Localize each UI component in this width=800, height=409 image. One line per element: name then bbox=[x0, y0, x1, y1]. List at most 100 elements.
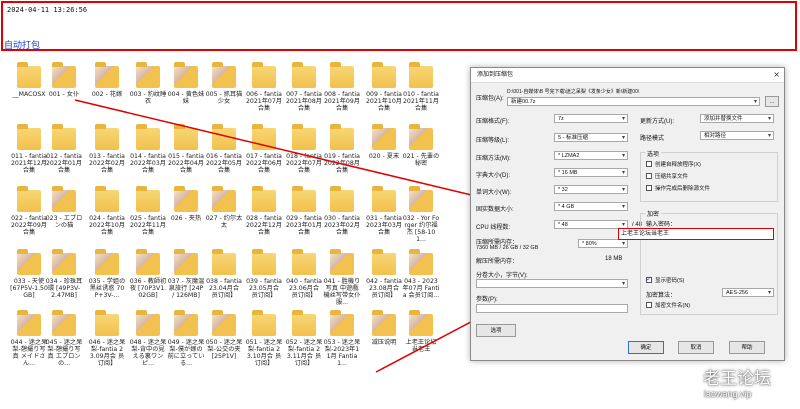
file-item[interactable]: 017 - fantia 2022年06月合集 bbox=[245, 122, 283, 180]
file-item[interactable]: 027 - 约尔太太 bbox=[205, 184, 243, 242]
file-item-label: 减压说明 bbox=[371, 339, 397, 346]
file-item[interactable]: 032 - Yor Forger 约尔福杰 [58-101... bbox=[402, 184, 440, 243]
folder-thumbnail-icon bbox=[136, 249, 160, 275]
folder-icon bbox=[252, 62, 276, 88]
file-item[interactable]: 045 - 迷之呆梨-憩撮り写真 エプロンの... bbox=[45, 308, 83, 367]
path-select[interactable]: 相对路径 bbox=[700, 131, 774, 140]
file-item[interactable]: 030 - fantia 2023年02月合集 bbox=[323, 184, 361, 242]
show-password-checkbox[interactable] bbox=[646, 275, 652, 283]
file-item[interactable]: 034 - 珍珠耳環 [49P3V-2.47MB] bbox=[45, 247, 83, 305]
enc-method-select[interactable]: AES-256 bbox=[722, 288, 774, 297]
file-item[interactable]: 049 - 迷之呆梨-僕が嫁の前に立っている... bbox=[167, 308, 205, 367]
file-item-label: 048 - 迷之呆梨-背中の見える裏ワンピ... bbox=[129, 339, 167, 367]
file-item[interactable]: 042 - fantia 23.08月合 员订阅】 bbox=[365, 247, 403, 305]
file-item[interactable]: 041 - 胜機り写真 中遊戲機丝写带女仆服... bbox=[323, 247, 361, 306]
show-password-label: 显示密码(S) bbox=[655, 278, 685, 284]
encrypt-names-checkbox[interactable] bbox=[646, 302, 652, 308]
cpu-select[interactable]: * 48 bbox=[554, 220, 628, 229]
file-item[interactable]: 025 - fantia 2022年11月合集 bbox=[129, 184, 167, 242]
file-item[interactable]: 053 - 迷之呆梨-2023年11月 Fantia 1... bbox=[323, 308, 361, 367]
file-item[interactable]: 021 - 先輩の秘密 bbox=[402, 122, 440, 180]
file-item[interactable]: 046 - 迷之呆梨-fantia 23.09月会 员订阅】 bbox=[88, 308, 126, 367]
word-select[interactable]: * 32 bbox=[554, 185, 628, 194]
archive-name-input[interactable]: 新建00.7z bbox=[507, 97, 760, 106]
file-item[interactable]: 008 - fantia 2021年09月合集 bbox=[323, 60, 361, 118]
folder-icon bbox=[292, 310, 316, 336]
format-label: 压缩格式(F): bbox=[476, 119, 510, 125]
params-input[interactable] bbox=[476, 304, 628, 313]
delete-checkbox[interactable] bbox=[646, 185, 652, 191]
file-item[interactable]: 043 - 2023年07月 Fantia 会员订阅... bbox=[402, 247, 440, 305]
file-item-label: __MACOSX bbox=[12, 91, 46, 98]
mem-pct-select[interactable]: * 80% bbox=[578, 239, 628, 248]
update-select[interactable]: 添加并替换文件 bbox=[700, 114, 774, 123]
file-item[interactable]: 052 - 迷之呆梨-fantia 23.11月合 员订阅】 bbox=[285, 308, 323, 367]
format-select[interactable]: 7z bbox=[554, 114, 628, 123]
file-item[interactable]: 022 - fantia 2022年09月合集 bbox=[10, 184, 48, 242]
file-item-label: 042 - fantia 23.08月合 员订阅】 bbox=[366, 278, 402, 299]
cancel-button[interactable]: 取消 bbox=[678, 341, 714, 354]
file-item[interactable]: 050 - 迷之呆梨-公交の夹 [25P1V] bbox=[205, 308, 243, 366]
file-item[interactable]: 012 - fantia 2022年01月合集 bbox=[45, 122, 83, 180]
file-item[interactable]: 003 - 豹纹睡衣 bbox=[129, 60, 167, 118]
file-item[interactable]: 031 - fantia 2023年03月合集 bbox=[365, 184, 403, 242]
shared-checkbox[interactable] bbox=[646, 173, 652, 179]
file-item-label: 003 - 豹纹睡衣 bbox=[129, 91, 167, 105]
file-item[interactable]: 023 - エプロンの猫 bbox=[45, 184, 83, 242]
file-item[interactable]: 024 - fantia 2022年10月合集 bbox=[88, 184, 126, 242]
file-item[interactable]: 019 - fantia 2022年08月合集 bbox=[323, 122, 361, 180]
file-item[interactable]: 010 - fantia 2021年11月合集 bbox=[402, 60, 440, 118]
file-item[interactable]: 037 - 灰魔温泉旅行 [24P / 126MB] bbox=[167, 247, 205, 305]
level-select[interactable]: 5 - 标准压缩 bbox=[554, 133, 628, 142]
file-item[interactable]: 007 - fantia 2021年08月合集 bbox=[285, 60, 323, 118]
file-item[interactable]: 035 - 学姐の黑丝诱惑 70P+3V-... bbox=[88, 247, 126, 305]
password-input[interactable]: 上老王论坛当老王 bbox=[618, 228, 774, 240]
file-item[interactable]: 006 - fantia 2021年07月合集 bbox=[245, 60, 283, 118]
folder-thumbnail-icon bbox=[409, 124, 433, 150]
mem-pct-value: * 80% bbox=[582, 241, 597, 247]
file-item[interactable]: 051 - 迷之呆梨-fantia 23.10月合 员订阅】 bbox=[245, 308, 283, 367]
file-item[interactable]: 029 - fantia 2023年01月合集 bbox=[285, 184, 323, 242]
folder-thumbnail-icon bbox=[52, 62, 76, 88]
file-item-label: 024 - fantia 2022年10月合集 bbox=[89, 215, 125, 236]
file-item[interactable]: 减压说明 bbox=[365, 308, 403, 366]
file-item[interactable]: 020 - 夏末 bbox=[365, 122, 403, 180]
file-item[interactable]: 048 - 迷之呆梨-背中の見える裏ワンピ... bbox=[129, 308, 167, 367]
method-select[interactable]: * LZMA2 bbox=[554, 151, 628, 160]
sfx-checkbox[interactable] bbox=[646, 161, 652, 167]
file-item[interactable]: 上老王论坛 当老王 bbox=[402, 308, 440, 366]
options-button[interactable]: 选项 bbox=[476, 324, 516, 337]
file-item-label: 017 - fantia 2022年06月合集 bbox=[246, 153, 282, 174]
file-item[interactable]: 028 - fantia 2022年12月合集 bbox=[245, 184, 283, 242]
file-item[interactable]: 038 - fantia 23.04月合 员订阅】 bbox=[205, 247, 243, 305]
folder-icon bbox=[95, 310, 119, 336]
file-item[interactable]: 002 - 花嫁 bbox=[88, 60, 126, 118]
help-button[interactable]: 帮助 bbox=[729, 341, 765, 354]
browse-button[interactable]: ... bbox=[765, 96, 779, 107]
solid-select[interactable]: * 4 GB bbox=[554, 202, 628, 211]
file-item[interactable]: 009 - fantia 2021年10月合集 bbox=[365, 60, 403, 118]
close-icon[interactable]: × bbox=[773, 68, 780, 82]
file-item[interactable]: 001 - 女仆 bbox=[45, 60, 83, 118]
file-item[interactable]: __MACOSX bbox=[10, 60, 48, 118]
file-item-label: 050 - 迷之呆梨-公交の夹 [25P1V] bbox=[205, 339, 243, 360]
folder-icon bbox=[292, 186, 316, 212]
file-item[interactable]: 033 - 天使 [67P5V-1.50GB] bbox=[10, 247, 48, 305]
file-item[interactable]: 014 - fantia 2022年03月合集 bbox=[129, 122, 167, 180]
file-item[interactable]: 018 - fantia 2022年07月合集 bbox=[285, 122, 323, 180]
file-item[interactable]: 004 - 黄色妹妹 bbox=[167, 60, 205, 118]
file-item[interactable]: 015 - fantia 2022年04月合集 bbox=[167, 122, 205, 180]
file-item[interactable]: 044 - 迷之呆梨-憩撮り写真 メイドさん... bbox=[10, 308, 48, 367]
file-item[interactable]: 005 - 抓耳猫少女 bbox=[205, 60, 243, 118]
file-item[interactable]: 016 - fantia 2022年05月合集 bbox=[205, 122, 243, 180]
file-item[interactable]: 040 - fantia 23.06月合 员订阅】 bbox=[285, 247, 323, 305]
path-value: 相对路径 bbox=[704, 133, 727, 139]
file-item[interactable]: 026 - 夹热 bbox=[167, 184, 205, 242]
file-item[interactable]: 011 - fantia 2021年12月合集 bbox=[10, 122, 48, 180]
file-item[interactable]: 039 - fantia 23.05月合 员订阅】 bbox=[245, 247, 283, 305]
split-select[interactable] bbox=[476, 279, 628, 288]
ok-button[interactable]: 确定 bbox=[628, 341, 664, 354]
dict-select[interactable]: * 16 MB bbox=[554, 168, 628, 177]
file-item[interactable]: 036 - 教師初夜 [70P3V1.02GB] bbox=[129, 247, 167, 305]
file-item[interactable]: 013 - fantia 2022年02月合集 bbox=[88, 122, 126, 180]
